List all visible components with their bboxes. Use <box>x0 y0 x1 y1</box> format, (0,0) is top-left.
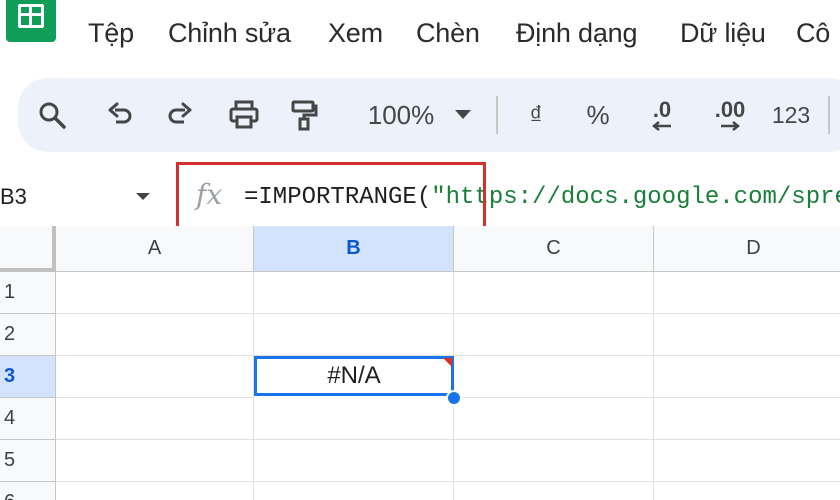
cell-d3[interactable] <box>654 356 840 398</box>
cell-a6[interactable] <box>56 482 254 500</box>
currency-icon: ₫ <box>529 99 543 130</box>
column-header-c[interactable]: C <box>454 226 654 272</box>
toolbar: 100% ₫ % .0 .00 123 <box>18 78 840 152</box>
cell-c1[interactable] <box>454 272 654 314</box>
arrow-left-icon <box>651 121 671 131</box>
cell-c6[interactable] <box>454 482 654 500</box>
cell-a2[interactable] <box>56 314 254 356</box>
zoom-value: 100% <box>367 99 435 130</box>
redo-icon[interactable] <box>160 78 200 152</box>
number-format-button[interactable]: 123 <box>766 78 816 152</box>
menu-tools[interactable]: Cô <box>796 18 830 49</box>
column-header-b[interactable]: B <box>254 226 454 272</box>
formula-string: "https://docs.google.com/spre <box>431 184 840 211</box>
cell-d2[interactable] <box>654 314 840 356</box>
menu-data[interactable]: Dữ liệu <box>680 18 766 49</box>
cell-b4[interactable] <box>254 398 454 440</box>
cell-c2[interactable] <box>454 314 654 356</box>
decrease-decimal-label: .0 <box>652 97 672 122</box>
cell-a1[interactable] <box>56 272 254 314</box>
menu-view[interactable]: Xem <box>328 18 383 49</box>
undo-icon[interactable] <box>100 78 140 152</box>
select-all-corner[interactable] <box>0 226 56 272</box>
fill-handle[interactable] <box>446 390 462 406</box>
increase-decimal-button[interactable]: .00 <box>702 78 758 152</box>
arrow-right-icon <box>721 121 741 131</box>
toolbar-divider <box>828 96 830 134</box>
cell-d4[interactable] <box>654 398 840 440</box>
column-header-d[interactable]: D <box>654 226 840 272</box>
menu-edit[interactable]: Chỉnh sửa <box>168 18 291 49</box>
cell-a3[interactable] <box>56 356 254 398</box>
cell-a5[interactable] <box>56 440 254 482</box>
zoom-select[interactable]: 100% <box>346 78 456 152</box>
decrease-decimal-button[interactable]: .0 <box>640 78 684 152</box>
row-header-2[interactable]: 2 <box>0 314 56 356</box>
row-header-3[interactable]: 3 <box>0 356 56 398</box>
cell-d1[interactable] <box>654 272 840 314</box>
active-cell-b3[interactable]: #N/A <box>254 356 454 396</box>
increase-decimal-label: .00 <box>714 97 746 122</box>
cell-c5[interactable] <box>454 440 654 482</box>
cell-b5[interactable] <box>254 440 454 482</box>
cell-d6[interactable] <box>654 482 840 500</box>
menu-insert[interactable]: Chèn <box>416 18 480 49</box>
chevron-down-icon[interactable] <box>136 193 150 200</box>
currency-format-button[interactable]: ₫ <box>518 78 554 152</box>
cell-a4[interactable] <box>56 398 254 440</box>
cell-c4[interactable] <box>454 398 654 440</box>
menu-file[interactable]: Tệp <box>88 18 134 49</box>
paint-format-icon[interactable] <box>284 78 324 152</box>
cell-b2[interactable] <box>254 314 454 356</box>
cell-d5[interactable] <box>654 440 840 482</box>
percent-format-button[interactable]: % <box>580 78 616 152</box>
search-icon[interactable] <box>32 78 72 152</box>
error-indicator-icon[interactable] <box>443 358 452 367</box>
row-header-1[interactable]: 1 <box>0 272 56 314</box>
menu-bar: Tệp Chỉnh sửa Xem Chèn Định dạng Dữ liệu… <box>0 18 840 58</box>
toolbar-divider <box>496 96 498 134</box>
number-format-label: 123 <box>771 101 811 128</box>
row-header-4[interactable]: 4 <box>0 398 56 440</box>
spreadsheet-grid: A B C D 1 2 3 4 5 6 #N/A <box>0 226 840 500</box>
percent-icon: % <box>586 99 610 130</box>
menu-format[interactable]: Định dạng <box>516 18 637 49</box>
cell-b1[interactable] <box>254 272 454 314</box>
cell-c3[interactable] <box>454 356 654 398</box>
print-icon[interactable] <box>224 78 264 152</box>
cell-b6[interactable] <box>254 482 454 500</box>
name-box[interactable]: B3 <box>0 184 27 210</box>
row-header-5[interactable]: 5 <box>0 440 56 482</box>
row-header-6[interactable]: 6 <box>0 482 56 500</box>
chevron-down-icon[interactable] <box>448 78 478 152</box>
cell-value: #N/A <box>327 362 381 389</box>
formula-highlight-box <box>176 162 486 230</box>
column-header-a[interactable]: A <box>56 226 254 272</box>
